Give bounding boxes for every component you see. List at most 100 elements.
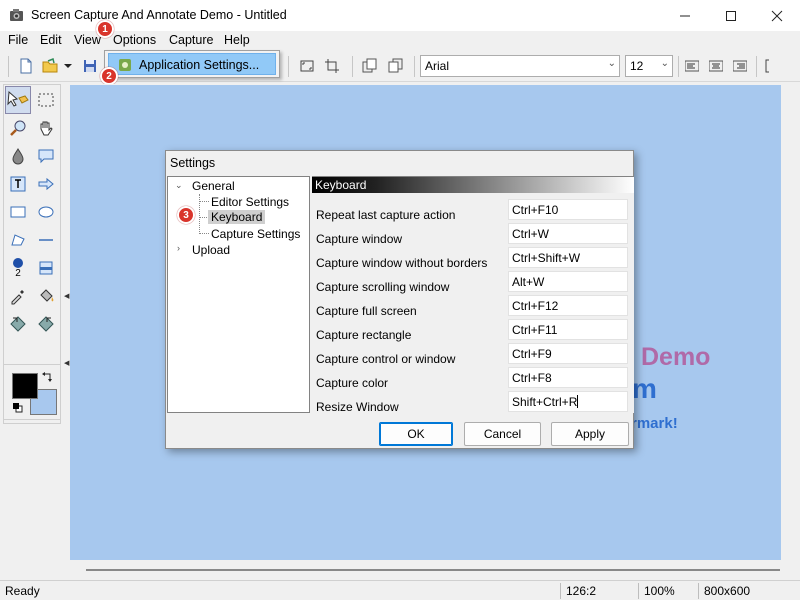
- chevron-down-icon[interactable]: ⌄: [175, 180, 183, 191]
- rect-select-tool-button[interactable]: [33, 86, 59, 114]
- pane-header: Keyboard: [312, 177, 634, 193]
- text-caret: [577, 395, 579, 408]
- paint-bucket-tool-button[interactable]: [33, 282, 59, 310]
- open-folder-icon: [42, 58, 58, 73]
- pointer-shapes-icon: [7, 90, 29, 107]
- tree-item-capture-settings[interactable]: Capture Settings: [211, 227, 300, 241]
- step-badge-3: 3: [177, 206, 195, 224]
- shortcut-value: Shift+Ctrl+R: [512, 395, 578, 409]
- shortcut-input[interactable]: Ctrl+F10: [508, 199, 628, 220]
- watermark-demo: Demo: [641, 343, 711, 371]
- shortcut-input[interactable]: Ctrl+Shift+W: [508, 247, 628, 268]
- font-size-select[interactable]: 12 ⌄: [625, 55, 673, 77]
- reset-colors-icon[interactable]: [13, 403, 23, 413]
- tree-connector: [199, 194, 200, 234]
- ok-button[interactable]: OK: [379, 422, 453, 446]
- text-tool-button[interactable]: [5, 170, 31, 198]
- shortcut-input[interactable]: Ctrl+F9: [508, 343, 628, 364]
- tree-item-keyboard[interactable]: Keyboard: [208, 210, 266, 224]
- text-box-icon: [10, 176, 26, 192]
- pan-tool-button[interactable]: [33, 114, 59, 142]
- align-left-button[interactable]: [682, 56, 702, 76]
- swap-colors-icon[interactable]: [42, 370, 54, 382]
- new-button[interactable]: [16, 56, 36, 76]
- menu-help[interactable]: Help: [222, 33, 252, 47]
- shortcut-input-active[interactable]: Shift+Ctrl+R: [508, 391, 628, 412]
- fit-button[interactable]: [297, 56, 317, 76]
- rotate-left-tool-button[interactable]: [5, 310, 31, 338]
- shortcut-label: Capture rectangle: [316, 328, 412, 342]
- step-badge-1: 1: [96, 20, 114, 38]
- maximize-icon: [726, 10, 736, 21]
- tree-connector: [199, 201, 209, 202]
- polygon-tool-button[interactable]: [5, 226, 31, 254]
- zoom-tool-button[interactable]: [5, 114, 31, 142]
- collapse-left-icon[interactable]: ◀: [64, 292, 69, 300]
- tree-item-editor-settings[interactable]: Editor Settings: [211, 195, 289, 209]
- tree-item-general[interactable]: General: [192, 179, 235, 193]
- menu-options[interactable]: Options: [111, 33, 158, 47]
- rotate-right-icon: [38, 316, 54, 332]
- bring-front-button[interactable]: [360, 56, 380, 76]
- menu-file[interactable]: File: [6, 33, 30, 47]
- scrollbar-thumb[interactable]: [86, 569, 780, 571]
- status-text: Ready: [5, 584, 40, 598]
- rectangle-tool-button[interactable]: [5, 198, 31, 226]
- polygon-icon: [11, 234, 25, 246]
- watermark-m: m: [632, 373, 657, 404]
- align-right-icon: [733, 60, 747, 72]
- toolbar-more-button[interactable]: [762, 56, 772, 76]
- foreground-color-swatch[interactable]: [12, 373, 38, 399]
- color-picker-tool-button[interactable]: [5, 282, 31, 310]
- shortcut-input[interactable]: Ctrl+W: [508, 223, 628, 244]
- horizontal-scrollbar[interactable]: [86, 566, 780, 576]
- ellipse-tool-button[interactable]: [33, 198, 59, 226]
- shortcut-label: Capture window: [316, 232, 403, 246]
- select-tool-button[interactable]: [5, 86, 31, 114]
- font-size-value: 12: [630, 59, 644, 73]
- bracket-icon: [765, 59, 769, 73]
- menu-capture[interactable]: Capture: [167, 33, 215, 47]
- line-tool-button[interactable]: [33, 226, 59, 254]
- shortcut-input[interactable]: Alt+W: [508, 271, 628, 292]
- collapse-left-icon[interactable]: ◀: [64, 359, 69, 367]
- open-button[interactable]: [41, 56, 61, 76]
- fill-tool-button[interactable]: [5, 142, 31, 170]
- crop-button[interactable]: [322, 56, 342, 76]
- shortcut-input[interactable]: Ctrl+F8: [508, 367, 628, 388]
- eyedropper-icon: [11, 290, 24, 305]
- menu-bar: File Edit View Options Capture Help: [0, 31, 800, 51]
- send-back-button[interactable]: [386, 56, 406, 76]
- open-dropdown-button[interactable]: [62, 56, 74, 76]
- maximize-button[interactable]: [708, 0, 754, 31]
- shortcut-input[interactable]: Ctrl+F12: [508, 295, 628, 316]
- shortcut-label: Resize Window: [316, 400, 399, 413]
- arrow-tool-button[interactable]: [33, 170, 59, 198]
- align-center-button[interactable]: [706, 56, 726, 76]
- tree-item-upload[interactable]: Upload: [192, 243, 230, 257]
- shortcut-input[interactable]: Ctrl+F11: [508, 319, 628, 340]
- app-icon: [10, 9, 23, 21]
- rotate-left-icon: [10, 316, 26, 332]
- align-right-button[interactable]: [730, 56, 750, 76]
- menu-edit[interactable]: Edit: [38, 33, 64, 47]
- save-button[interactable]: [80, 56, 100, 76]
- chevron-down-icon: ⌄: [660, 58, 669, 69]
- close-button[interactable]: [754, 0, 800, 31]
- minimize-button[interactable]: [662, 0, 708, 31]
- counter-tool-button[interactable]: 2: [5, 254, 31, 282]
- shortcut-label: Capture control or window: [316, 352, 456, 366]
- toolbar-separator: [288, 56, 289, 77]
- window-title: Screen Capture And Annotate Demo - Untit…: [31, 8, 287, 22]
- apply-button[interactable]: Apply: [551, 422, 629, 446]
- highlight-tool-button[interactable]: [33, 254, 59, 282]
- callout-tool-button[interactable]: [33, 142, 59, 170]
- menu-item-application-settings[interactable]: Application Settings...: [108, 53, 276, 75]
- ink-drop-icon: [12, 148, 24, 165]
- toolbar-separator: [352, 56, 353, 77]
- font-family-select[interactable]: Arial ⌄: [420, 55, 620, 77]
- rotate-right-tool-button[interactable]: [33, 310, 59, 338]
- chevron-right-icon[interactable]: ›: [177, 243, 180, 253]
- cancel-button[interactable]: Cancel: [464, 422, 541, 446]
- cursor-coords: 126:2: [566, 584, 597, 598]
